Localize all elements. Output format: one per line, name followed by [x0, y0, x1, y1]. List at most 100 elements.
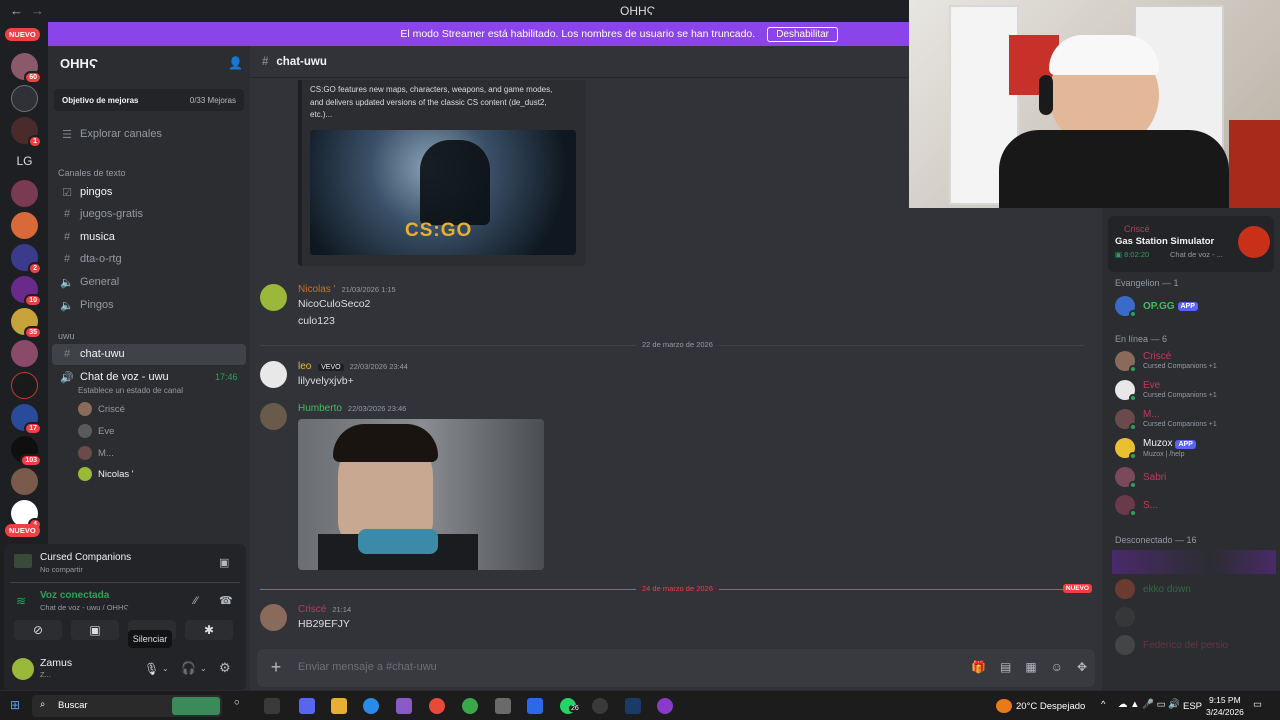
- member-item[interactable]: Criscé Cursed Companions +1: [1115, 350, 1217, 373]
- user-name[interactable]: Zamus: [40, 657, 72, 669]
- member-item[interactable]: Muzox APP Muzox | /help: [1115, 437, 1196, 460]
- forward-arrow-icon[interactable]: →: [31, 3, 44, 18]
- channel-pingos-voice[interactable]: 🔈 Pingos: [60, 295, 114, 315]
- activity-card[interactable]: Criscé Gas Station Simulator ▣ 8:02:20 C…: [1108, 216, 1274, 272]
- edge-icon[interactable]: [363, 698, 379, 714]
- category-uwu[interactable]: uwu: [58, 331, 75, 341]
- server-icon[interactable]: 4: [11, 500, 42, 531]
- stream-icon[interactable]: ▣: [219, 556, 229, 569]
- voice-location[interactable]: Chat de voz - uwu / OHНϚ: [40, 603, 129, 612]
- boost-goal[interactable]: Objetivo de mejoras 0/33 Mejoras: [54, 89, 244, 111]
- channel-musica[interactable]: # musica: [60, 227, 115, 247]
- server-icon[interactable]: 17: [11, 404, 42, 435]
- discord-taskbar-icon[interactable]: [299, 698, 315, 714]
- soundboard-button[interactable]: ✱: [185, 620, 233, 640]
- weather-icon[interactable]: [996, 699, 1012, 713]
- explore-channels[interactable]: ☰ Explorar canales: [60, 124, 162, 144]
- server-icon[interactable]: LG: [11, 148, 38, 175]
- member-item[interactable]: Federico del persio: [1115, 634, 1228, 656]
- server-icon[interactable]: 1: [11, 117, 42, 148]
- voice-connected[interactable]: Voz conectada: [40, 590, 109, 601]
- sticker-icon[interactable]: ▦: [1025, 660, 1036, 674]
- gift-icon[interactable]: 🎁: [971, 660, 986, 674]
- invite-icon[interactable]: 👤: [228, 56, 243, 70]
- message-author[interactable]: Criscé 21:14: [298, 604, 351, 615]
- language-indicator[interactable]: ESP: [1183, 701, 1202, 712]
- headphones-icon[interactable]: 🎧: [181, 661, 196, 675]
- server-icon[interactable]: 103: [11, 436, 42, 467]
- chevron-down-icon[interactable]: ⌄: [162, 664, 169, 673]
- voice-user[interactable]: Nicolas ': [78, 465, 134, 483]
- channel-juegos-gratis[interactable]: # juegos-gratis: [60, 204, 143, 224]
- steam-icon[interactable]: [625, 698, 641, 714]
- member-item[interactable]: Sabri: [1115, 466, 1166, 489]
- channel-dta-o-rtg[interactable]: # dta-o-rtg: [60, 249, 122, 269]
- server-icon[interactable]: 35: [11, 308, 42, 339]
- message-input[interactable]: Enviar mensaje a #chat-uwu: [298, 661, 437, 673]
- emoji-icon[interactable]: ☺: [1051, 660, 1063, 674]
- message-author[interactable]: Nicolas ' 21/03/2026 1:15: [298, 284, 396, 295]
- camera-button[interactable]: ⊘: [14, 620, 62, 640]
- channel-pingos[interactable]: ☑ pingos: [60, 182, 112, 202]
- channel-general[interactable]: 🔈 General: [60, 272, 119, 292]
- server-icon[interactable]: 60: [11, 53, 42, 84]
- member-item[interactable]: Eve Cursed Companions +1: [1115, 379, 1217, 402]
- noise-suppression-icon[interactable]: ⁄⁄: [194, 595, 198, 607]
- widgets-icon[interactable]: [264, 698, 280, 714]
- whatsapp-icon[interactable]: 26: [560, 698, 581, 714]
- store-icon[interactable]: [527, 698, 543, 714]
- offline-banner-member[interactable]: [1112, 550, 1276, 574]
- voice-status-prompt[interactable]: Establece un estado de canal: [78, 386, 183, 395]
- clock-date[interactable]: 3/24/2026: [1206, 707, 1244, 717]
- voice-channel[interactable]: 🔊 Chat de voz - uwu: [60, 367, 169, 387]
- server-name[interactable]: OHНϚ: [60, 56, 98, 71]
- server-icon[interactable]: [11, 340, 38, 367]
- copilot-icon[interactable]: [396, 698, 412, 714]
- user-avatar[interactable]: [12, 658, 34, 680]
- avatar[interactable]: [260, 604, 287, 631]
- gif-icon[interactable]: ▤: [1000, 660, 1011, 674]
- server-icon[interactable]: 10: [11, 276, 42, 307]
- avatar[interactable]: [260, 361, 287, 388]
- avatar[interactable]: [260, 403, 287, 430]
- message-author[interactable]: leo VEVO 22/03/2026 23:44: [298, 361, 408, 372]
- windows-start-icon[interactable]: ⊞: [10, 698, 20, 712]
- taskbar-search[interactable]: ⌕ Buscar: [32, 695, 222, 717]
- category-text-channels[interactable]: Canales de texto: [58, 168, 126, 178]
- avatar[interactable]: [260, 284, 287, 311]
- embed-image[interactable]: CS:GO: [310, 130, 576, 255]
- clock-time[interactable]: 9:15 PM: [1209, 695, 1241, 705]
- message-author[interactable]: Humberto 22/03/2026 23:46: [298, 403, 406, 414]
- server-icon[interactable]: [11, 85, 38, 112]
- apps-icon[interactable]: ✥: [1077, 660, 1087, 674]
- member-item[interactable]: [1115, 606, 1143, 628]
- chrome-profile-icon[interactable]: [462, 698, 478, 714]
- member-item[interactable]: S...: [1115, 494, 1158, 517]
- tray-icons[interactable]: ☁ ▲ 🎤 ▭ 🔊: [1118, 699, 1180, 710]
- message-image[interactable]: [298, 419, 544, 570]
- tray-chevron-icon[interactable]: ^: [1101, 699, 1105, 710]
- voice-user[interactable]: Criscé: [78, 400, 125, 418]
- microphone-icon[interactable]: 🎙: [144, 662, 159, 676]
- obs-icon[interactable]: [592, 698, 608, 714]
- channel-chat-uwu[interactable]: # chat-uwu: [60, 344, 125, 364]
- server-icon[interactable]: [11, 180, 38, 207]
- app-icon[interactable]: [657, 698, 673, 714]
- member-item[interactable]: ekko down: [1115, 578, 1191, 600]
- disconnect-icon[interactable]: ☎: [219, 594, 233, 607]
- voice-user[interactable]: M...: [78, 444, 114, 462]
- settings-gear-icon[interactable]: ⚙: [219, 660, 231, 676]
- file-explorer-icon[interactable]: [331, 698, 347, 714]
- screen-share-button[interactable]: ▣: [71, 620, 119, 640]
- task-view-icon[interactable]: ○: [234, 697, 240, 708]
- disable-streamer-button[interactable]: Deshabilitar: [767, 26, 838, 42]
- member-opgg[interactable]: OP.GG APP: [1115, 295, 1198, 318]
- server-icon[interactable]: [11, 372, 38, 399]
- chevron-down-icon[interactable]: ⌄: [200, 664, 207, 673]
- settings-taskbar-icon[interactable]: [495, 698, 511, 714]
- notification-icon[interactable]: ▭: [1253, 699, 1262, 710]
- weather-text[interactable]: 20°C Despejado: [1016, 701, 1085, 712]
- server-icon[interactable]: [11, 468, 38, 495]
- voice-user[interactable]: Eve: [78, 422, 114, 440]
- add-attachment-icon[interactable]: +: [267, 658, 285, 676]
